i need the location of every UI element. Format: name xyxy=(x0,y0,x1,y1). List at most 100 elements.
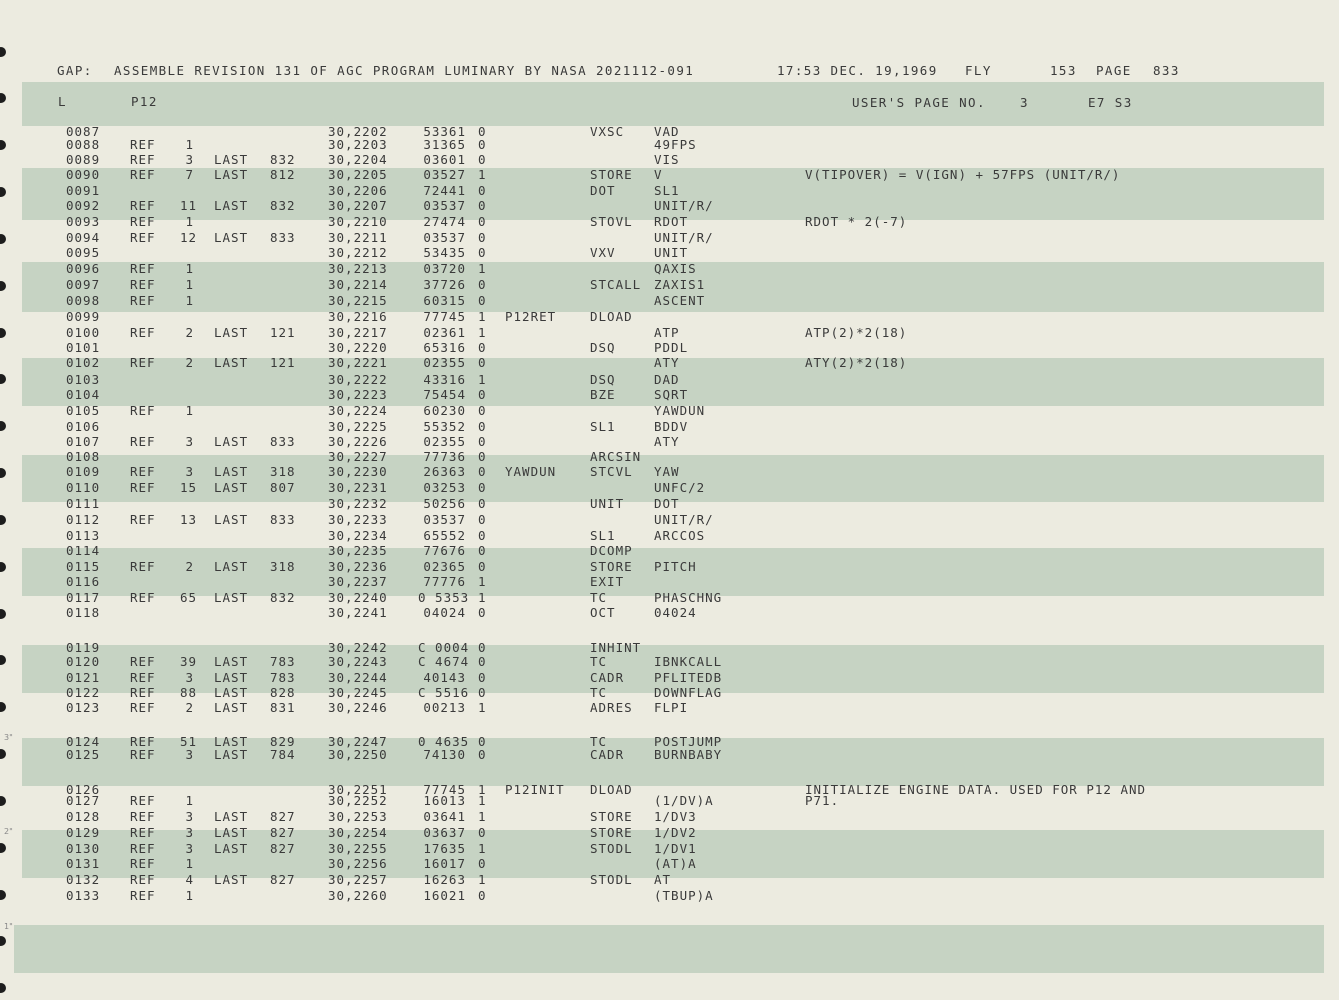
opcode: VXV xyxy=(590,245,616,260)
parity-bit: 0 xyxy=(478,747,487,762)
parity-bit: 1 xyxy=(478,261,487,276)
operand: AT xyxy=(654,872,672,887)
ref-count: 12 xyxy=(180,230,198,245)
octal-code: 26363 xyxy=(423,464,466,479)
opcode: STORE xyxy=(590,559,633,574)
feed-hole xyxy=(0,749,6,759)
parity-bit: 0 xyxy=(478,496,487,511)
feed-hole xyxy=(0,421,6,431)
line-number: 0097 xyxy=(66,277,101,292)
feed-hole xyxy=(0,655,6,665)
octal-code: 55352 xyxy=(423,419,466,434)
ref-count: 1 xyxy=(185,277,194,292)
opcode: STCALL xyxy=(590,277,642,292)
line-number: 0094 xyxy=(66,230,101,245)
ref-count: 39 xyxy=(180,654,198,669)
address: 30,2257 xyxy=(328,872,388,887)
opcode: INHINT xyxy=(590,640,642,655)
operand: ATY xyxy=(654,355,680,370)
feed-hole xyxy=(0,843,6,853)
parity-bit: 0 xyxy=(478,183,487,198)
last-page: 807 xyxy=(270,480,296,495)
octal-code: 03641 xyxy=(423,809,466,824)
opcode: STODL xyxy=(590,841,633,856)
operand: UNIT xyxy=(654,245,689,260)
opcode: CADR xyxy=(590,670,625,685)
octal-code: 40143 xyxy=(423,670,466,685)
octal-code: 65552 xyxy=(423,528,466,543)
address: 30,2215 xyxy=(328,293,388,308)
line-number: 0122 xyxy=(66,685,101,700)
parity-bit: 0 xyxy=(478,403,487,418)
comment: ATP(2)*2(18) xyxy=(805,325,908,340)
address: 30,2237 xyxy=(328,574,388,589)
last-label: LAST xyxy=(214,325,249,340)
last-label: LAST xyxy=(214,152,249,167)
last-page: 783 xyxy=(270,654,296,669)
page-label: PAGE xyxy=(1096,63,1132,78)
operand: SQRT xyxy=(654,387,689,402)
octal-code: 53435 xyxy=(423,245,466,260)
page-number: 833 xyxy=(1153,63,1180,78)
address: 30,2216 xyxy=(328,309,388,324)
octal-code: 0 5353 xyxy=(418,590,470,605)
line-number: 0112 xyxy=(66,512,101,527)
opcode: SL1 xyxy=(590,419,616,434)
address: 30,2252 xyxy=(328,793,388,808)
parity-bit: 1 xyxy=(478,872,487,887)
ref-count: 3 xyxy=(185,152,194,167)
ref-label: REF xyxy=(130,198,156,213)
last-label: LAST xyxy=(214,841,249,856)
ref-count: 3 xyxy=(185,464,194,479)
address: 30,2250 xyxy=(328,747,388,762)
ref-label: REF xyxy=(130,137,156,152)
parity-bit: 1 xyxy=(478,372,487,387)
ref-label: REF xyxy=(130,230,156,245)
last-page: 828 xyxy=(270,685,296,700)
address: 30,2235 xyxy=(328,543,388,558)
ref-label: REF xyxy=(130,685,156,700)
ref-label: REF xyxy=(130,856,156,871)
address: 30,2255 xyxy=(328,841,388,856)
address: 30,2203 xyxy=(328,137,388,152)
margin-mark: 1" xyxy=(4,922,13,931)
last-page: 832 xyxy=(270,152,296,167)
last-page: 318 xyxy=(270,464,296,479)
line-number: 0095 xyxy=(66,245,101,260)
ref-label: REF xyxy=(130,670,156,685)
last-label: LAST xyxy=(214,198,249,213)
operand: YAW xyxy=(654,464,680,479)
opcode: EXIT xyxy=(590,574,625,589)
ref-label: REF xyxy=(130,559,156,574)
parity-bit: 1 xyxy=(478,325,487,340)
ref-count: 1 xyxy=(185,403,194,418)
address: 30,2243 xyxy=(328,654,388,669)
parity-bit: 0 xyxy=(478,137,487,152)
last-label: LAST xyxy=(214,434,249,449)
ref-label: REF xyxy=(130,167,156,182)
parity-bit: 0 xyxy=(478,480,487,495)
last-page: 833 xyxy=(270,512,296,527)
line-number: 0101 xyxy=(66,340,101,355)
ref-count: 11 xyxy=(180,198,198,213)
parity-bit: 0 xyxy=(478,277,487,292)
last-page: 827 xyxy=(270,872,296,887)
ref-count: 4 xyxy=(185,872,194,887)
octal-code: 00213 xyxy=(423,700,466,715)
address: 30,2234 xyxy=(328,528,388,543)
opcode: DCOMP xyxy=(590,543,633,558)
ref-label: REF xyxy=(130,825,156,840)
operand: UNIT/R/ xyxy=(654,512,714,527)
operand: IBNKCALL xyxy=(654,654,723,669)
parity-bit: 0 xyxy=(478,245,487,260)
operand: 1/DV3 xyxy=(654,809,697,824)
last-label: LAST xyxy=(214,590,249,605)
operand: DOWNFLAG xyxy=(654,685,723,700)
parity-bit: 0 xyxy=(478,543,487,558)
parity-bit: 0 xyxy=(478,856,487,871)
octal-code: C 5516 xyxy=(418,685,470,700)
octal-code: 03720 xyxy=(423,261,466,276)
address: 30,2212 xyxy=(328,245,388,260)
ref-label: REF xyxy=(130,464,156,479)
parity-bit: 0 xyxy=(478,464,487,479)
